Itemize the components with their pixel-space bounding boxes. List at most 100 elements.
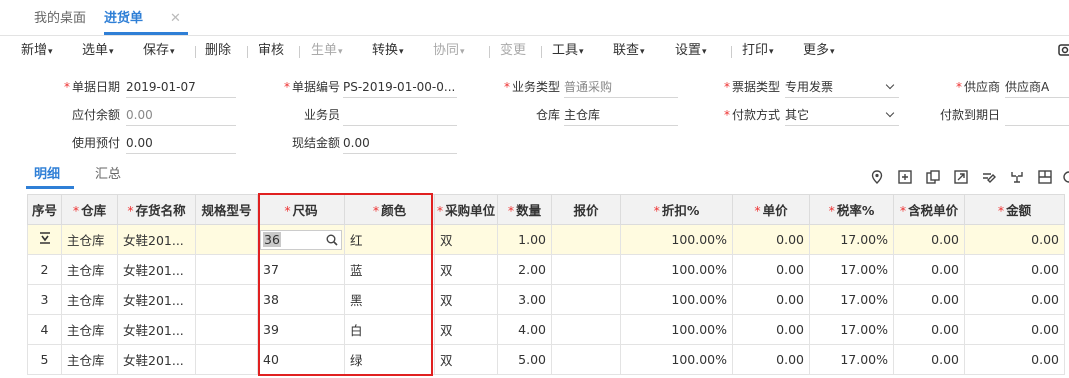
copy-icon[interactable] bbox=[926, 170, 940, 184]
more-button[interactable]: 更多▾ bbox=[803, 43, 835, 59]
table-row[interactable]: 4 主仓库 女鞋201... 39 白 双 4.00 100.00% 0.00 … bbox=[27, 314, 1065, 345]
cell-warehouse[interactable]: 主仓库 bbox=[61, 224, 118, 255]
new-button[interactable]: 新增▾ bbox=[21, 43, 53, 59]
cell-discount[interactable]: 100.00% bbox=[620, 314, 733, 345]
cell-unit[interactable]: 双 bbox=[434, 284, 498, 315]
cell-color[interactable]: 黑 bbox=[344, 284, 435, 315]
query-button[interactable]: 联查▾ bbox=[613, 43, 645, 59]
cell-quote[interactable] bbox=[551, 224, 621, 255]
cell-tax-price[interactable]: 0.00 bbox=[893, 254, 965, 285]
row-drag-handle[interactable] bbox=[27, 224, 62, 255]
table-row[interactable]: 5 主仓库 女鞋201... 40 绿 双 5.00 100.00% 0.00 … bbox=[27, 344, 1065, 375]
cell-warehouse[interactable]: 主仓库 bbox=[61, 344, 118, 375]
cell-tax-rate[interactable]: 17.00% bbox=[809, 224, 894, 255]
cell-warehouse[interactable]: 主仓库 bbox=[61, 254, 118, 285]
delete-button[interactable]: 删除 bbox=[205, 43, 231, 59]
cell-amount[interactable]: 0.00 bbox=[964, 284, 1065, 315]
invoice-type-select[interactable]: 专用发票 bbox=[785, 76, 899, 98]
cell-unit[interactable]: 双 bbox=[434, 224, 498, 255]
tab-detail[interactable]: 明细 bbox=[26, 165, 74, 189]
cell-tax-price[interactable]: 0.00 bbox=[893, 344, 965, 375]
convert-button[interactable]: 转换▾ bbox=[372, 43, 404, 59]
settings-button[interactable]: 设置▾ bbox=[675, 43, 707, 59]
layout-icon[interactable] bbox=[1038, 170, 1052, 184]
cell-spec[interactable] bbox=[195, 224, 258, 255]
cell-quantity[interactable]: 2.00 bbox=[497, 254, 552, 285]
salesman-field[interactable] bbox=[343, 104, 457, 126]
cell-tax-price[interactable]: 0.00 bbox=[893, 284, 965, 315]
doc-date-field[interactable]: 2019-01-07 bbox=[126, 76, 236, 98]
print-button[interactable]: 打印▾ bbox=[742, 43, 774, 59]
tab-home[interactable]: 我的桌面 bbox=[34, 8, 86, 30]
cell-size[interactable]: 38 bbox=[257, 284, 345, 315]
cell-unit[interactable]: 双 bbox=[434, 344, 498, 375]
prepay-field[interactable]: 0.00 bbox=[126, 132, 236, 154]
cell-amount[interactable]: 0.00 bbox=[964, 314, 1065, 345]
warehouse-field[interactable]: 主仓库 bbox=[564, 104, 678, 126]
cell-quantity[interactable]: 3.00 bbox=[497, 284, 552, 315]
cell-unit[interactable]: 双 bbox=[434, 254, 498, 285]
biz-type-field[interactable]: 普通采购 bbox=[564, 76, 678, 98]
supplier-field[interactable]: 供应商A bbox=[1005, 76, 1069, 98]
cell-discount[interactable]: 100.00% bbox=[620, 224, 733, 255]
cell-quantity[interactable]: 5.00 bbox=[497, 344, 552, 375]
cell-quantity[interactable]: 1.00 bbox=[497, 224, 552, 255]
cell-amount[interactable]: 0.00 bbox=[964, 224, 1065, 255]
cell-quote[interactable] bbox=[551, 314, 621, 345]
cell-size[interactable]: 36 bbox=[257, 224, 345, 255]
cell-spec[interactable] bbox=[195, 344, 258, 375]
cell-tax-rate[interactable]: 17.00% bbox=[809, 314, 894, 345]
edit-icon[interactable] bbox=[982, 170, 996, 184]
tab-summary[interactable]: 汇总 bbox=[95, 165, 121, 185]
cell-size[interactable]: 39 bbox=[257, 314, 345, 345]
cell-unit[interactable]: 双 bbox=[434, 314, 498, 345]
cell-amount[interactable]: 0.00 bbox=[964, 254, 1065, 285]
cell-quantity[interactable]: 4.00 bbox=[497, 314, 552, 345]
cell-price[interactable]: 0.00 bbox=[732, 224, 810, 255]
cell-tax-price[interactable]: 0.00 bbox=[893, 224, 965, 255]
cell-spec[interactable] bbox=[195, 254, 258, 285]
cell-color[interactable]: 蓝 bbox=[344, 254, 435, 285]
select-button[interactable]: 选单▾ bbox=[82, 43, 114, 59]
cell-amount[interactable]: 0.00 bbox=[964, 344, 1065, 375]
settings-icon[interactable] bbox=[1062, 170, 1069, 184]
cell-tax-rate[interactable]: 17.00% bbox=[809, 344, 894, 375]
cell-price[interactable]: 0.00 bbox=[732, 344, 810, 375]
cell-price[interactable]: 0.00 bbox=[732, 314, 810, 345]
cell-item-name[interactable]: 女鞋201... bbox=[117, 254, 196, 285]
cell-tax-price[interactable]: 0.00 bbox=[893, 314, 965, 345]
tab-purchase-order[interactable]: 进货单 ✕ bbox=[104, 8, 188, 35]
table-row[interactable]: 主仓库 女鞋201... 36 红 双 1.00 100.00% 0.00 17… bbox=[27, 224, 1065, 255]
table-row[interactable]: 2 主仓库 女鞋201... 37 蓝 双 2.00 100.00% 0.00 … bbox=[27, 254, 1065, 285]
camera-icon[interactable] bbox=[1058, 41, 1069, 59]
cell-quote[interactable] bbox=[551, 284, 621, 315]
cell-spec[interactable] bbox=[195, 284, 258, 315]
cell-size[interactable]: 40 bbox=[257, 344, 345, 375]
cell-quote[interactable] bbox=[551, 254, 621, 285]
cell-discount[interactable]: 100.00% bbox=[620, 344, 733, 375]
due-date-field[interactable] bbox=[1005, 104, 1069, 126]
cell-price[interactable]: 0.00 bbox=[732, 284, 810, 315]
close-icon[interactable]: ✕ bbox=[170, 8, 181, 30]
cash-field[interactable]: 0.00 bbox=[343, 132, 457, 154]
table-row[interactable]: 3 主仓库 女鞋201... 38 黑 双 3.00 100.00% 0.00 … bbox=[27, 284, 1065, 315]
cell-size[interactable]: 37 bbox=[257, 254, 345, 285]
cell-spec[interactable] bbox=[195, 314, 258, 345]
size-input[interactable]: 36 bbox=[260, 229, 342, 250]
save-button[interactable]: 保存▾ bbox=[143, 43, 175, 59]
doc-no-field[interactable]: PS-2019-01-00-0... bbox=[343, 76, 457, 98]
cell-item-name[interactable]: 女鞋201... bbox=[117, 314, 196, 345]
cell-discount[interactable]: 100.00% bbox=[620, 284, 733, 315]
add-row-icon[interactable] bbox=[898, 170, 912, 184]
cell-tax-rate[interactable]: 17.00% bbox=[809, 284, 894, 315]
cell-item-name[interactable]: 女鞋201... bbox=[117, 224, 196, 255]
cell-color[interactable]: 绿 bbox=[344, 344, 435, 375]
cell-tax-rate[interactable]: 17.00% bbox=[809, 254, 894, 285]
collaborate-button[interactable]: 协同▾ bbox=[433, 43, 465, 59]
cell-item-name[interactable]: 女鞋201... bbox=[117, 284, 196, 315]
payment-select[interactable]: 其它 bbox=[785, 104, 899, 126]
cell-price[interactable]: 0.00 bbox=[732, 254, 810, 285]
split-icon[interactable] bbox=[1010, 170, 1024, 184]
tools-button[interactable]: 工具▾ bbox=[552, 43, 584, 59]
cell-item-name[interactable]: 女鞋201... bbox=[117, 344, 196, 375]
